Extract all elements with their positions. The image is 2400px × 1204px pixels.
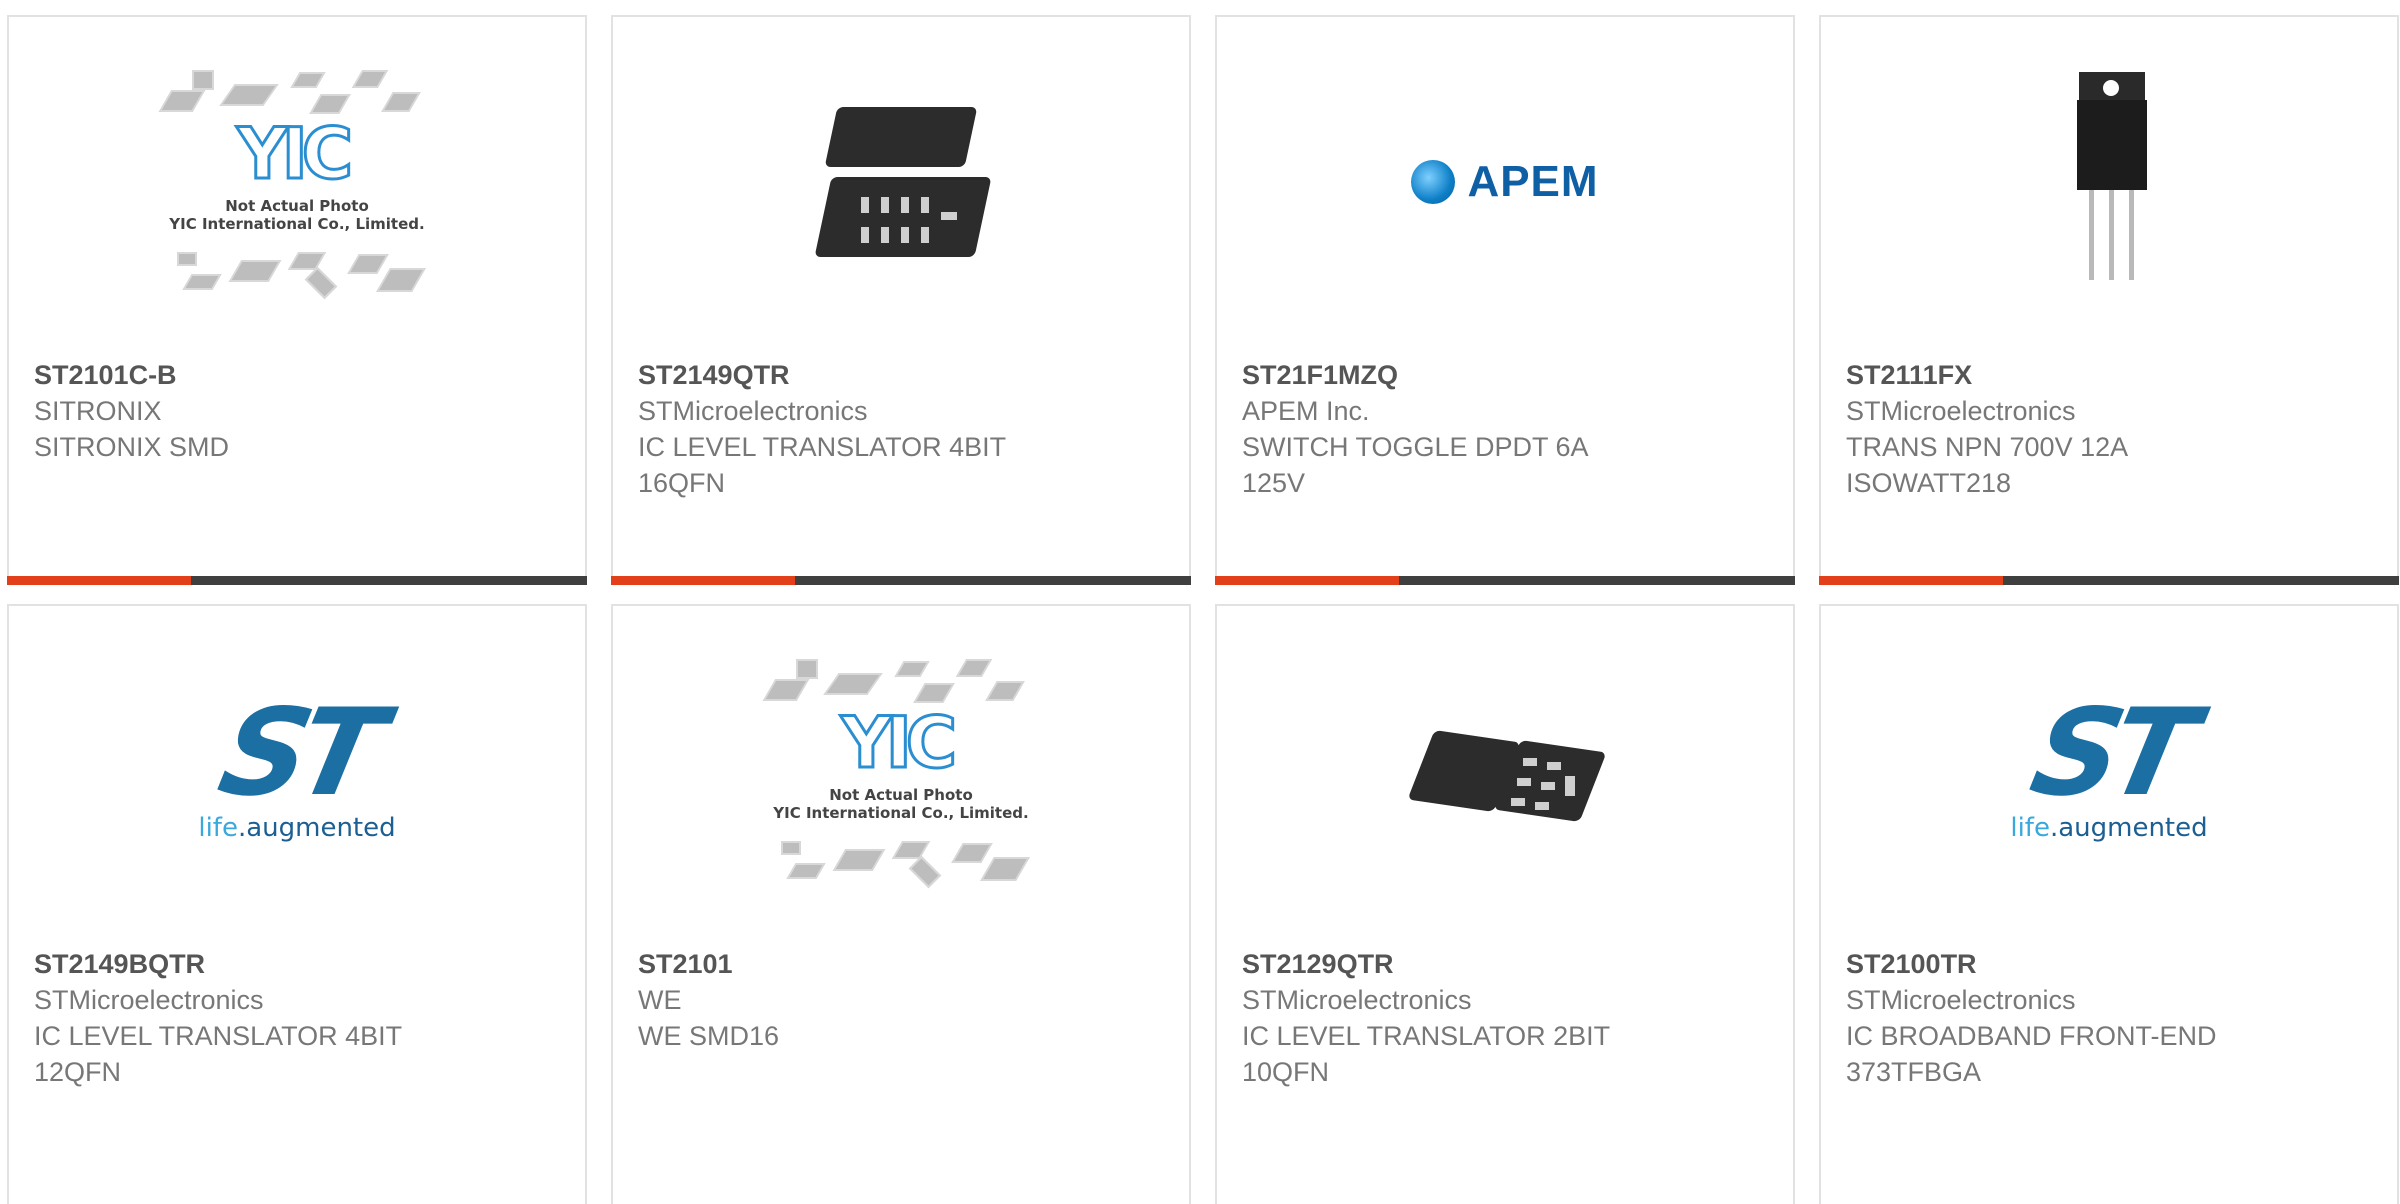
chip-icon — [351, 70, 389, 88]
chip-icon — [891, 841, 931, 859]
product-card[interactable]: ST2129QTR STMicroelectronics IC LEVEL TR… — [1215, 604, 1795, 1204]
chip-icon — [192, 70, 214, 90]
description: IC LEVEL TRANSLATOR 4BIT 16QFN — [638, 432, 1007, 498]
product-image[interactable]: APEM — [1217, 17, 1793, 347]
manufacturer: SITRONIX — [34, 396, 162, 426]
description: SITRONIX SMD — [34, 432, 230, 462]
product-card[interactable]: YIC Not Actual Photo YIC International C… — [611, 604, 1191, 1204]
chip-icon — [814, 177, 992, 257]
part-number[interactable]: ST2111FX — [1846, 357, 2377, 393]
manufacturer: WE — [638, 985, 682, 1015]
product-image[interactable]: YIC Not Actual Photo YIC International C… — [9, 17, 585, 347]
chip-icon — [309, 94, 351, 114]
product-card[interactable]: ST2149QTR STMicroelectronics IC LEVEL TR… — [611, 15, 1191, 585]
apem-logo-text: APEM — [1467, 157, 1599, 206]
product-image[interactable] — [1821, 17, 2397, 347]
chip-icon — [347, 254, 389, 274]
chip-icon — [894, 661, 930, 677]
manufacturer: STMicroelectronics — [1846, 985, 2076, 1015]
part-number[interactable]: ST2129QTR — [1242, 946, 1773, 982]
product-image[interactable]: ST life.augmented — [1821, 606, 2397, 936]
chip-icon — [762, 679, 810, 701]
product-card[interactable]: ST life.augmented ST2100TR STMicroelectr… — [1819, 604, 2399, 1204]
yic-placeholder-image: YIC Not Actual Photo YIC International C… — [761, 651, 1041, 891]
description: IC LEVEL TRANSLATOR 2BIT 10QFN — [1242, 1021, 1611, 1087]
chip-icon — [955, 659, 993, 677]
part-number[interactable]: ST2101 — [638, 946, 1169, 982]
chip-icon — [913, 683, 955, 703]
description: IC LEVEL TRANSLATOR 4BIT 12QFN — [34, 1021, 403, 1087]
chip-icon — [832, 849, 886, 871]
chip-icon — [182, 274, 222, 290]
card-accent-bar — [1819, 576, 2399, 585]
st-logo: ST life.augmented — [2010, 684, 2207, 843]
manufacturer: APEM Inc. — [1242, 396, 1370, 426]
description: WE SMD16 — [638, 1021, 780, 1051]
chip-icon — [158, 90, 206, 112]
chip-icon — [980, 857, 1030, 881]
manufacturer: STMicroelectronics — [1846, 396, 2076, 426]
yic-logo-icon: YIC — [840, 702, 959, 784]
chip-icon — [908, 855, 942, 889]
part-number[interactable]: ST2149BQTR — [34, 946, 565, 982]
manufacturer: STMicroelectronics — [638, 396, 868, 426]
product-image[interactable] — [613, 17, 1189, 347]
product-card[interactable]: APEM ST21F1MZQ APEM Inc. SWITCH TOGGLE D… — [1215, 15, 1795, 585]
chip-icon — [287, 252, 327, 270]
part-number[interactable]: ST2149QTR — [638, 357, 1169, 393]
chip-icon — [824, 107, 978, 167]
chip-icon — [985, 681, 1025, 701]
product-card[interactable]: ST life.augmented ST2149BQTR STMicroelec… — [7, 604, 587, 1204]
chip-icon — [381, 92, 421, 112]
accent-segment — [1819, 576, 2003, 585]
image-caption-line2: YIC International Co., Limited. — [773, 804, 1029, 822]
description: SWITCH TOGGLE DPDT 6A 125V — [1242, 432, 1589, 498]
apem-globe-icon — [1411, 160, 1456, 204]
image-caption-line1: Not Actual Photo — [829, 786, 973, 804]
image-caption-line2: YIC International Co., Limited. — [169, 215, 425, 233]
yic-logo-icon: YIC — [236, 113, 355, 195]
qfn-package-photo — [1405, 676, 1607, 866]
chip-icon — [951, 843, 993, 863]
chip-icon — [781, 841, 801, 855]
product-image[interactable]: ST life.augmented — [9, 606, 585, 936]
product-grid: YIC Not Actual Photo YIC International C… — [0, 0, 2400, 1204]
product-image[interactable] — [1217, 606, 1793, 936]
product-image[interactable]: YIC Not Actual Photo YIC International C… — [613, 606, 1189, 936]
accent-segment — [7, 576, 191, 585]
description: IC BROADBAND FRONT-END 373TFBGA — [1846, 1021, 2217, 1087]
st-mark-icon: ST — [208, 684, 387, 823]
product-card[interactable]: ST2111FX STMicroelectronics TRANS NPN 70… — [1819, 15, 2399, 585]
product-card[interactable]: YIC Not Actual Photo YIC International C… — [7, 15, 587, 585]
accent-segment — [1215, 576, 1399, 585]
image-caption-line1: Not Actual Photo — [225, 197, 369, 215]
chip-icon — [823, 673, 883, 695]
card-accent-bar — [611, 576, 1191, 585]
st-logo: ST life.augmented — [198, 684, 395, 843]
st-mark-icon: ST — [2020, 684, 2199, 823]
yic-placeholder-image: YIC Not Actual Photo YIC International C… — [157, 62, 437, 302]
chip-icon — [786, 863, 826, 879]
part-number[interactable]: ST2100TR — [1846, 946, 2377, 982]
chip-icon — [228, 260, 282, 282]
chip-icon — [177, 252, 197, 266]
manufacturer: STMicroelectronics — [34, 985, 264, 1015]
chip-icon — [376, 268, 426, 292]
chip-icon — [796, 659, 818, 679]
description: TRANS NPN 700V 12A ISOWATT218 — [1846, 432, 2129, 498]
chip-icon — [290, 72, 326, 88]
transistor-photo — [2039, 72, 2179, 292]
accent-segment — [611, 576, 795, 585]
part-number[interactable]: ST21F1MZQ — [1242, 357, 1773, 393]
card-accent-bar — [7, 576, 587, 585]
chip-icon — [304, 266, 338, 300]
part-number[interactable]: ST2101C-B — [34, 357, 565, 393]
chip-icon — [219, 84, 279, 106]
apem-logo: APEM — [1411, 157, 1598, 207]
manufacturer: STMicroelectronics — [1242, 985, 1472, 1015]
card-accent-bar — [1215, 576, 1795, 585]
qfn-package-photo — [801, 87, 1001, 277]
